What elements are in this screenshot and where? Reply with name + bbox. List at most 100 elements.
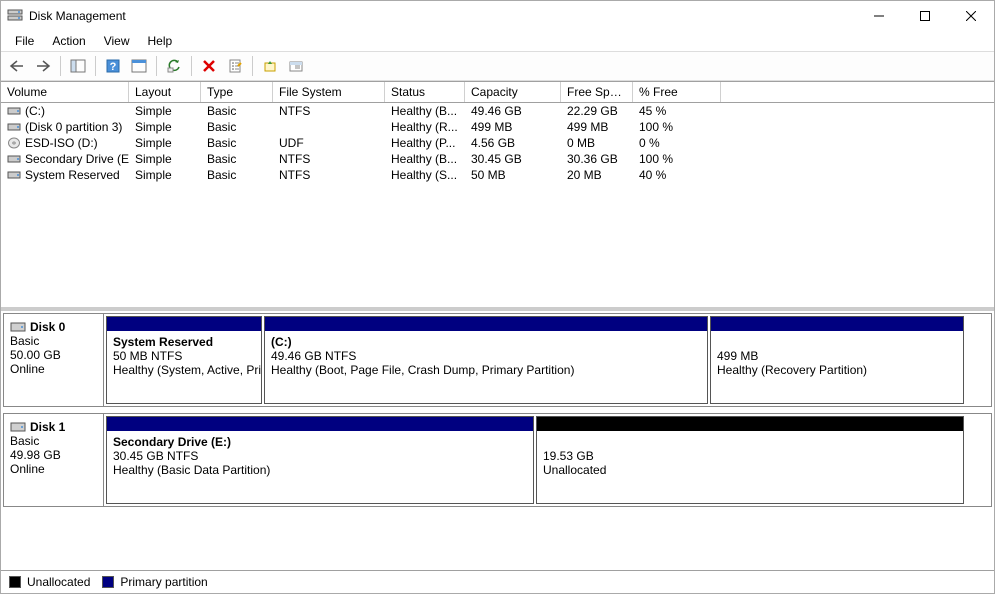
volume-type: Basic (201, 151, 273, 167)
partition-line3: Unallocated (543, 463, 957, 477)
action-button-1[interactable] (258, 54, 282, 78)
volume-free: 499 MB (561, 119, 633, 135)
titlebar-left: Disk Management (7, 8, 126, 24)
volume-rows: (C:)SimpleBasicNTFSHealthy (B...49.46 GB… (1, 103, 994, 183)
partition-line3: Healthy (Recovery Partition) (717, 363, 957, 377)
volume-status: Healthy (R... (385, 119, 465, 135)
volume-list-pane[interactable]: Volume Layout Type File System Status Ca… (1, 82, 994, 311)
volume-free: 30.36 GB (561, 151, 633, 167)
disk-type: Basic (10, 434, 97, 448)
help-button[interactable]: ? (101, 54, 125, 78)
volume-name: System Reserved (1, 167, 129, 183)
partition-title: (C:) (271, 335, 701, 349)
window-title: Disk Management (29, 9, 126, 23)
volume-name: ESD-ISO (D:) (1, 135, 129, 151)
partition-body: (C:)49.46 GB NTFSHealthy (Boot, Page Fil… (265, 331, 707, 403)
settings-button[interactable] (127, 54, 151, 78)
legend: Unallocated Primary partition (1, 570, 994, 593)
back-button[interactable] (5, 54, 29, 78)
legend-swatch-primary (102, 576, 114, 588)
volume-name: (Disk 0 partition 3) (1, 119, 129, 135)
volume-capacity: 499 MB (465, 119, 561, 135)
volume-row[interactable]: Secondary Drive (E:)SimpleBasicNTFSHealt… (1, 151, 994, 167)
menu-help[interactable]: Help (140, 32, 181, 50)
menu-view[interactable]: View (96, 32, 138, 50)
partition-line2: 499 MB (717, 349, 957, 363)
partition-unallocated[interactable]: 19.53 GBUnallocated (536, 416, 964, 504)
volume-status: Healthy (B... (385, 151, 465, 167)
volume-pctfree: 100 % (633, 151, 721, 167)
partition-title: Secondary Drive (E:) (113, 435, 527, 449)
col-free[interactable]: Free Spa... (561, 82, 633, 102)
toolbar-separator (252, 56, 253, 76)
volume-filesystem (273, 119, 385, 135)
window-controls (856, 1, 994, 31)
col-filesystem[interactable]: File System (273, 82, 385, 102)
toolbar-separator (60, 56, 61, 76)
partition-line2: 49.46 GB NTFS (271, 349, 701, 363)
volume-free: 20 MB (561, 167, 633, 183)
col-capacity[interactable]: Capacity (465, 82, 561, 102)
volume-name: (C:) (1, 103, 129, 119)
maximize-button[interactable] (902, 1, 948, 31)
partition-line2: 19.53 GB (543, 449, 957, 463)
disk-row[interactable]: Disk 1Basic49.98 GBOnlineSecondary Drive… (3, 413, 992, 507)
partition-primary[interactable]: 499 MBHealthy (Recovery Partition) (710, 316, 964, 404)
partition-line3: Healthy (Basic Data Partition) (113, 463, 527, 477)
forward-button[interactable] (31, 54, 55, 78)
volume-status: Healthy (S... (385, 167, 465, 183)
disk-name: Disk 0 (10, 320, 97, 334)
content-area: Volume Layout Type File System Status Ca… (1, 81, 994, 593)
delete-button[interactable] (197, 54, 221, 78)
menubar: File Action View Help (1, 31, 994, 51)
partition-color-bar (711, 317, 963, 331)
action-button-2[interactable] (284, 54, 308, 78)
volume-filesystem: NTFS (273, 167, 385, 183)
disk-row[interactable]: Disk 0Basic50.00 GBOnline System Reserved… (3, 313, 992, 407)
minimize-button[interactable] (856, 1, 902, 31)
partition-title: System Reserved (113, 335, 255, 349)
col-status[interactable]: Status (385, 82, 465, 102)
volume-type: Basic (201, 135, 273, 151)
menu-action[interactable]: Action (44, 32, 93, 50)
volume-list-header: Volume Layout Type File System Status Ca… (1, 82, 994, 103)
volume-type: Basic (201, 119, 273, 135)
show-hide-console-tree-button[interactable] (66, 54, 90, 78)
volume-row[interactable]: (Disk 0 partition 3)SimpleBasic Healthy (… (1, 119, 994, 135)
titlebar: Disk Management (1, 1, 994, 31)
volume-row[interactable]: ESD-ISO (D:)SimpleBasicUDFHealthy (P...4… (1, 135, 994, 151)
partition-body: 499 MBHealthy (Recovery Partition) (711, 331, 963, 403)
toolbar-separator (156, 56, 157, 76)
menu-file[interactable]: File (7, 32, 42, 50)
disk-status: Online (10, 362, 97, 376)
close-button[interactable] (948, 1, 994, 31)
disk-size: 50.00 GB (10, 348, 97, 362)
volume-pctfree: 40 % (633, 167, 721, 183)
partition-line3: Healthy (Boot, Page File, Crash Dump, Pr… (271, 363, 701, 377)
partition-body: Secondary Drive (E:)30.45 GB NTFSHealthy… (107, 431, 533, 503)
partition-color-bar (107, 317, 261, 331)
partition-primary[interactable]: Secondary Drive (E:)30.45 GB NTFSHealthy… (106, 416, 534, 504)
disk-management-icon (7, 8, 23, 24)
partition-primary[interactable]: (C:)49.46 GB NTFSHealthy (Boot, Page Fil… (264, 316, 708, 404)
volume-layout: Simple (129, 119, 201, 135)
volume-pctfree: 100 % (633, 119, 721, 135)
properties-button[interactable] (223, 54, 247, 78)
col-pctfree[interactable]: % Free (633, 82, 721, 102)
disk-type: Basic (10, 334, 97, 348)
volume-capacity: 50 MB (465, 167, 561, 183)
volume-row[interactable]: (C:)SimpleBasicNTFSHealthy (B...49.46 GB… (1, 103, 994, 119)
refresh-button[interactable] (162, 54, 186, 78)
volume-row[interactable]: System ReservedSimpleBasicNTFSHealthy (S… (1, 167, 994, 183)
volume-layout: Simple (129, 151, 201, 167)
col-layout[interactable]: Layout (129, 82, 201, 102)
partition-body: 19.53 GBUnallocated (537, 431, 963, 503)
col-volume[interactable]: Volume (1, 82, 129, 102)
graphical-view-pane[interactable]: Disk 0Basic50.00 GBOnlineSystem Reserved… (1, 311, 994, 570)
partition-color-bar (537, 417, 963, 431)
col-type[interactable]: Type (201, 82, 273, 102)
volume-layout: Simple (129, 135, 201, 151)
partition-line3: Healthy (System, Active, Pri (113, 363, 255, 377)
svg-text:?: ? (110, 61, 117, 73)
partition-primary[interactable]: System Reserved50 MB NTFSHealthy (System… (106, 316, 262, 404)
